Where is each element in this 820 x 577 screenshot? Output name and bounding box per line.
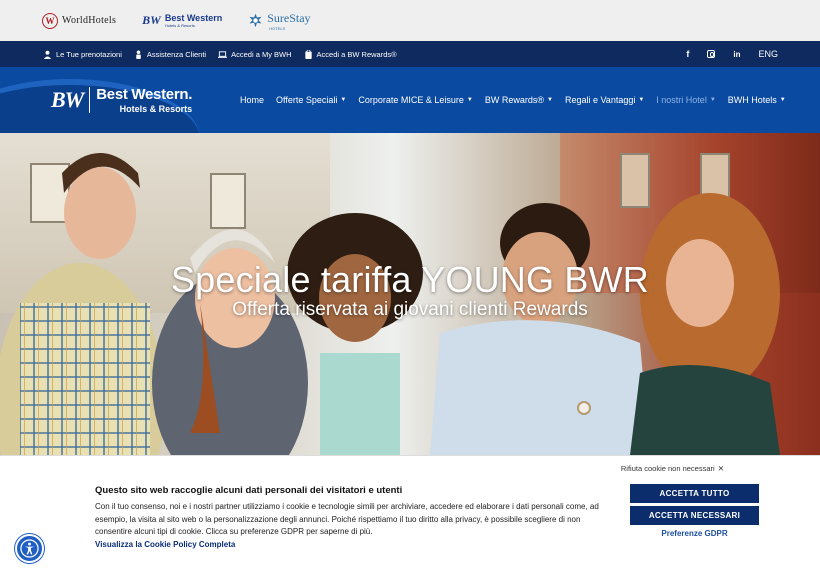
- main-nav: BW Best Western. Hotels & Resorts Home O…: [0, 67, 820, 133]
- accept-all-button[interactable]: ACCETTA TUTTO: [630, 484, 759, 503]
- util-link-mybwh[interactable]: Accedi a My BWH: [218, 49, 292, 59]
- util-link-bwrewards[interactable]: Accedi a BW Rewards®: [304, 49, 397, 59]
- nav-item-label: Regali e Vantaggi: [564, 95, 636, 105]
- accessibility-icon: [20, 539, 39, 558]
- nav-item-nostri-hotel[interactable]: I nostri Hotel ▼: [656, 95, 715, 105]
- nav-item-label: Offerte Speciali: [276, 95, 338, 105]
- chevron-down-icon: ▼: [466, 97, 473, 103]
- hero-subtitle: Offerta riservata ai giovani clienti Rew…: [232, 299, 588, 320]
- nav-item-label: I nostri Hotel: [656, 95, 707, 105]
- bestwestern-small-logo[interactable]: BW Best Western Hotels & Resorts: [142, 13, 222, 28]
- hero-banner: Speciale tariffa YOUNG BWR Offerta riser…: [0, 133, 820, 455]
- accept-necessary-button[interactable]: ACCETTA NECESSARI: [630, 506, 759, 525]
- nav-item-corporate-mice[interactable]: Corporate MICE & Leisure ▼: [358, 95, 473, 105]
- bw-tag: Hotels & Resorts: [164, 23, 195, 28]
- utility-bar: Le Tue prenotazioni Assistenza Clienti A…: [0, 41, 820, 67]
- nav-item-regali-vantaggi[interactable]: Regali e Vantaggi ▼: [565, 95, 644, 105]
- nav-item-label: Corporate MICE & Leisure: [358, 95, 464, 105]
- facebook-icon[interactable]: f: [686, 49, 689, 59]
- logo-name: Best Western.: [96, 86, 193, 103]
- nav-item-home[interactable]: Home: [240, 95, 264, 105]
- bw-mark: BW: [142, 13, 161, 27]
- surestay-tag: HOTELS: [269, 25, 286, 31]
- cookie-title: Questo sito web raccoglie alcuni dati pe…: [95, 485, 403, 496]
- nav-item-bwh-hotels[interactable]: BWH Hotels ▼: [728, 95, 786, 105]
- nav-item-label: Home: [240, 95, 265, 105]
- gdpr-preferences-link[interactable]: Preferenze GDPR: [630, 529, 759, 538]
- util-link-prenotazioni[interactable]: Le Tue prenotazioni: [43, 50, 122, 59]
- language-selector[interactable]: ENG: [758, 49, 778, 59]
- accessibility-button[interactable]: [15, 534, 44, 563]
- util-link-label: Le Tue prenotazioni: [56, 49, 122, 59]
- user-icon: [43, 50, 52, 59]
- logo-divider: [89, 87, 91, 113]
- worldhotels-mark: W: [42, 12, 58, 29]
- linkedin-icon[interactable]: in: [733, 50, 740, 59]
- hero-title: Speciale tariffa YOUNG BWR: [170, 259, 650, 300]
- laptop-icon: [218, 50, 228, 58]
- nav-item-label: BWH Hotels: [727, 95, 777, 105]
- worldhotels-label: WorldHotels: [62, 15, 117, 26]
- util-link-label: Assistenza Clienti: [146, 49, 207, 59]
- chevron-down-icon: ▼: [638, 97, 645, 103]
- clipboard-icon: [304, 49, 312, 59]
- surestay-logo[interactable]: SureStay HOTELS: [248, 10, 311, 31]
- logo-tag: Hotels & Resorts: [119, 104, 193, 114]
- bestwestern-logo[interactable]: BW Best Western. Hotels & Resorts: [51, 86, 192, 114]
- person-icon: [136, 49, 141, 59]
- reject-cookies-link[interactable]: Rifiuta cookie non necessari ✕: [621, 464, 724, 473]
- cookie-body: Con il tuo consenso, noi e i nostri part…: [95, 502, 599, 536]
- cookie-policy-link[interactable]: Visualizza la Cookie Policy Completa: [95, 540, 235, 549]
- surestay-name: SureStay: [267, 10, 311, 25]
- brand-bar: W WorldHotels BW Best Western Hotels & R…: [0, 0, 820, 41]
- cookie-banner: Rifiuta cookie non necessari ✕ Questo si…: [0, 455, 820, 577]
- util-link-label: Accedi a BW Rewards®: [316, 49, 397, 59]
- reject-label: Rifiuta cookie non necessari: [620, 464, 715, 473]
- chevron-down-icon: ▼: [547, 97, 553, 103]
- chevron-down-icon: ▼: [340, 97, 347, 103]
- surestay-badge-icon: [249, 13, 262, 28]
- instagram-icon[interactable]: [707, 50, 716, 58]
- bw-name: Best Western: [164, 13, 223, 23]
- close-icon: ✕: [717, 464, 724, 473]
- nav-menu: Home Offerte Speciali ▼ Corporate MICE &…: [240, 67, 786, 133]
- util-link-assistenza[interactable]: Assistenza Clienti: [134, 50, 206, 59]
- nav-item-label: BW Rewards®: [484, 95, 544, 105]
- util-link-label: Accedi a My BWH: [231, 49, 292, 59]
- nav-item-offerte-speciali[interactable]: Offerte Speciali ▼: [276, 95, 346, 105]
- chevron-down-icon: ▼: [709, 97, 716, 103]
- chevron-down-icon: ▼: [779, 97, 786, 103]
- worldhotels-logo[interactable]: W WorldHotels: [42, 12, 117, 29]
- logo-mark: BW: [51, 87, 84, 112]
- nav-item-bw-rewards[interactable]: BW Rewards® ▼: [485, 95, 553, 105]
